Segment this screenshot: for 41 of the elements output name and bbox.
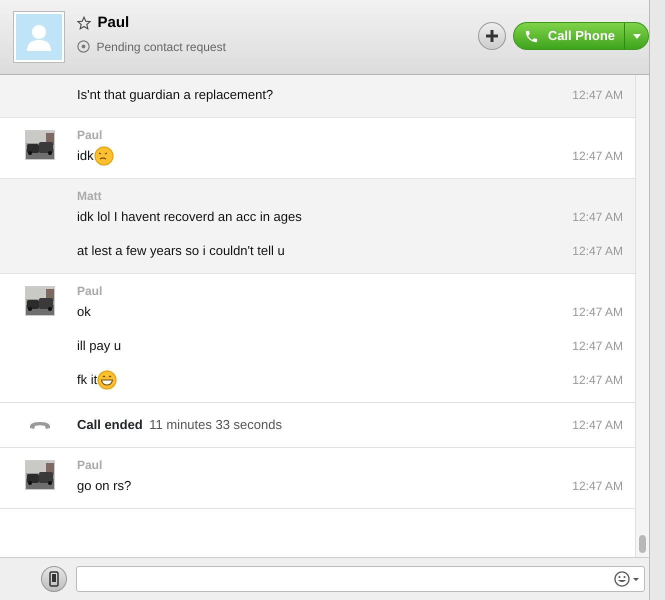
message-time: 12:47 AM bbox=[572, 209, 623, 226]
scrollbar-thumb[interactable] bbox=[639, 535, 646, 553]
message-time: 12:47 AM bbox=[572, 243, 623, 260]
sender-name: Paul bbox=[77, 127, 104, 144]
call-status: Call ended bbox=[77, 416, 143, 434]
emoticon-picker-icon[interactable] bbox=[614, 571, 640, 587]
message-text: go on rs? bbox=[77, 477, 132, 496]
message-text: at lest a few years so i couldn't tell u bbox=[77, 242, 285, 260]
call-phone-button[interactable]: Call Phone bbox=[512, 22, 649, 50]
phone-icon bbox=[524, 28, 539, 44]
message-text: ok bbox=[77, 303, 91, 322]
message-time: 12:47 AM bbox=[572, 372, 623, 389]
star-icon[interactable] bbox=[77, 16, 91, 30]
message-text: idk bbox=[77, 147, 94, 166]
message-text: fk it bbox=[77, 371, 98, 390]
emoticon-icon bbox=[94, 146, 114, 166]
sender-name: Matt bbox=[77, 188, 103, 205]
emoticon-icon bbox=[97, 370, 118, 390]
sender-name: Paul bbox=[77, 457, 104, 474]
add-button[interactable] bbox=[478, 22, 506, 50]
pending-icon bbox=[77, 40, 90, 54]
call-duration: 11 minutes 33 seconds bbox=[149, 416, 282, 434]
message-text: ill pay u bbox=[77, 337, 122, 356]
plus-icon bbox=[485, 29, 500, 43]
message-time: 12:47 AM bbox=[572, 478, 623, 495]
contact-name: Paul bbox=[98, 13, 130, 33]
phone-button[interactable] bbox=[41, 566, 67, 592]
hang-up-icon bbox=[28, 420, 52, 430]
message-text: Is'nt that guardian a replacement? bbox=[77, 86, 274, 104]
sender-name: Paul bbox=[77, 283, 104, 300]
message-time: 12:47 AM bbox=[572, 417, 623, 434]
message-text: idk lol I havent recoverd an acc in ages bbox=[77, 208, 302, 226]
contact-status: Pending contact request bbox=[96, 38, 226, 56]
message-time: 12:47 AM bbox=[572, 87, 623, 104]
message-input[interactable] bbox=[76, 566, 645, 592]
contact-avatar bbox=[14, 12, 64, 62]
message-time: 12:47 AM bbox=[572, 338, 623, 355]
message-time: 12:47 AM bbox=[572, 148, 623, 165]
mobile-phone-icon bbox=[49, 571, 59, 587]
message-time: 12:47 AM bbox=[572, 304, 623, 321]
caret-icon bbox=[632, 34, 640, 38]
